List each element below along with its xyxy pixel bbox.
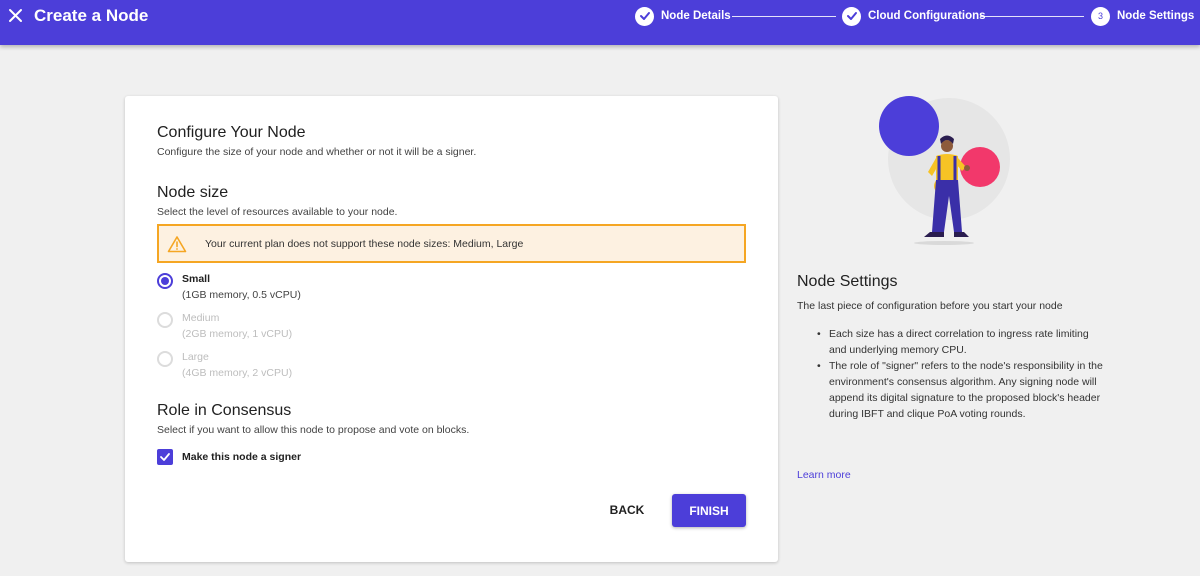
- side-panel-bullets: Each size has a direct correlation to in…: [814, 326, 1104, 422]
- size-option-large: Large (4GB memory, 2 vCPU): [157, 349, 292, 381]
- size-desc: (2GB memory, 1 vCPU): [182, 328, 293, 340]
- step-node-settings: 3 Node Settings: [1091, 5, 1194, 27]
- back-button[interactable]: BACK: [599, 495, 655, 525]
- node-size-title: Node size: [157, 184, 229, 201]
- step-connector: [732, 16, 836, 17]
- step-connector: [980, 16, 1084, 17]
- role-subtitle: Select if you want to allow this node to…: [157, 424, 470, 436]
- check-icon: [635, 6, 654, 26]
- role-title: Role in Consensus: [157, 402, 292, 419]
- size-desc: (1GB memory, 0.5 vCPU): [182, 289, 301, 301]
- step-cloud-configurations: Cloud Configurations: [842, 5, 986, 27]
- check-icon: [160, 453, 170, 461]
- size-label: Medium: [182, 312, 220, 324]
- step-number: 3: [1091, 6, 1110, 26]
- size-desc: (4GB memory, 2 vCPU): [182, 367, 293, 379]
- radio-small[interactable]: [157, 273, 173, 289]
- step-label: Node Details: [661, 10, 731, 22]
- signer-option[interactable]: Make this node a signer: [157, 449, 301, 465]
- person-illustration: [879, 96, 1010, 245]
- warning-icon: [167, 235, 187, 252]
- radio-medium: [157, 312, 173, 328]
- top-bar: Create a Node Node Details Cloud Configu…: [0, 0, 1200, 45]
- list-item: The role of "signer" refers to the node'…: [814, 358, 1104, 422]
- node-config-card: Configure Your Node Configure the size o…: [125, 96, 778, 562]
- check-icon: [842, 6, 861, 26]
- signer-checkbox[interactable]: [157, 449, 173, 465]
- size-label: Small: [182, 273, 211, 285]
- configure-subtitle: Configure the size of your node and whet…: [157, 146, 477, 158]
- size-option-small[interactable]: Small (1GB memory, 0.5 vCPU): [157, 271, 301, 303]
- step-node-details: Node Details: [635, 5, 731, 27]
- finish-button[interactable]: FINISH: [672, 494, 746, 527]
- list-item: Each size has a direct correlation to in…: [814, 326, 1104, 358]
- node-size-subtitle: Select the level of resources available …: [157, 206, 398, 218]
- close-icon: [9, 9, 22, 22]
- close-button[interactable]: [6, 5, 26, 27]
- configure-title: Configure Your Node: [157, 124, 306, 141]
- learn-more-link[interactable]: Learn more: [797, 469, 851, 481]
- signer-label: Make this node a signer: [182, 451, 302, 463]
- plan-warning-banner: Your current plan does not support these…: [157, 224, 746, 263]
- size-label: Large: [182, 351, 209, 363]
- radio-large: [157, 351, 173, 367]
- page-title: Create a Node: [34, 6, 149, 25]
- size-option-medium: Medium (2GB memory, 1 vCPU): [157, 310, 292, 342]
- side-panel-subtitle: The last piece of configuration before y…: [797, 300, 1063, 312]
- side-panel-title: Node Settings: [797, 273, 898, 290]
- step-label: Cloud Configurations: [868, 10, 986, 22]
- step-label: Node Settings: [1117, 10, 1195, 22]
- warning-text: Your current plan does not support these…: [205, 237, 524, 250]
